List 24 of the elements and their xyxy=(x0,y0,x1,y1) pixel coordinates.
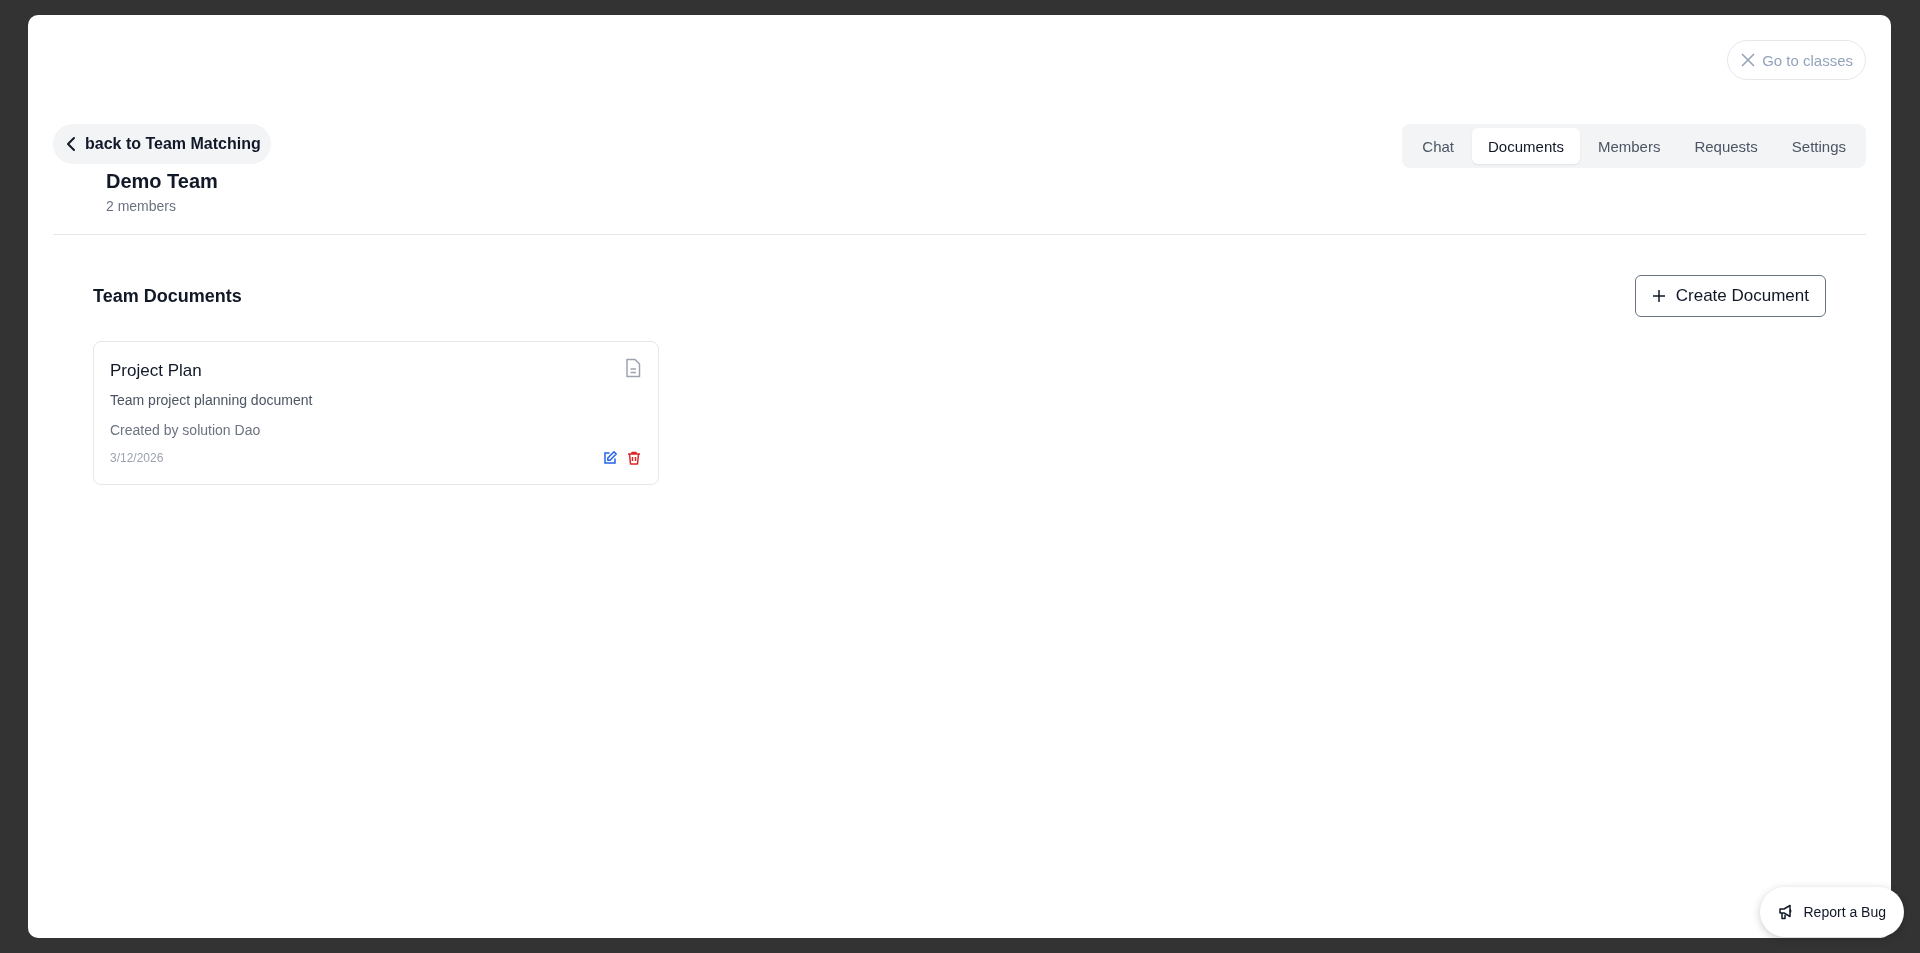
document-description: Team project planning document xyxy=(110,392,314,408)
document-title: Project Plan xyxy=(110,361,202,381)
team-name: Demo Team xyxy=(106,170,219,193)
document-date: 3/12/2026 xyxy=(110,451,164,465)
member-count: 2 members xyxy=(106,198,178,214)
document-icon xyxy=(624,358,642,378)
edit-icon xyxy=(602,450,618,466)
tab[interactable]: Settings xyxy=(1775,128,1862,164)
report-bug-button[interactable]: Report a Bug xyxy=(1759,887,1904,937)
plus-icon xyxy=(1651,289,1666,303)
tab[interactable]: Documents xyxy=(1472,128,1580,164)
back-button[interactable]: back to Team Matching xyxy=(53,124,271,164)
document-author: Created by solution Dao xyxy=(110,422,262,438)
delete-button[interactable] xyxy=(626,450,642,466)
tab[interactable]: Members xyxy=(1581,128,1677,164)
tab[interactable]: Chat xyxy=(1406,128,1471,164)
trash-icon xyxy=(626,450,642,466)
edit-button[interactable] xyxy=(602,450,618,466)
document-card[interactable]: Project Plan Team project planning document Created by solution Dao 3/12/2026 xyxy=(93,341,659,485)
tab[interactable]: Requests xyxy=(1678,128,1774,164)
section-title: Team Documents xyxy=(93,285,242,307)
chevron-left-icon xyxy=(65,136,77,152)
create-document-button[interactable]: Create Document xyxy=(1634,275,1826,317)
close-icon xyxy=(1740,52,1757,68)
